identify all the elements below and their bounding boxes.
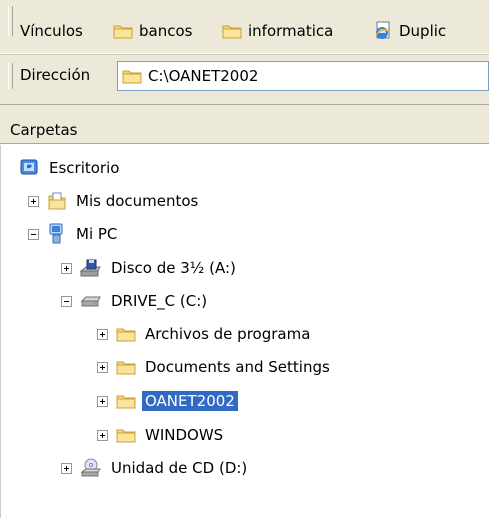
folder-tree: Escritorio Mis documentos Mi PC Disco de…	[0, 145, 489, 518]
address-value: C:\OANET2002	[148, 67, 259, 85]
link-bancos[interactable]: bancos	[113, 17, 192, 45]
tree-item-label: Disco de 3½ (A:)	[111, 259, 236, 277]
tree-item-escritorio[interactable]: Escritorio	[20, 154, 122, 182]
expand-plus-icon[interactable]	[97, 361, 108, 373]
tree-item-documents-and-settings[interactable]: Documents and Settings	[97, 353, 333, 381]
link-duplic[interactable]: Duplic	[373, 17, 446, 45]
folder-icon	[113, 25, 133, 39]
folder-icon	[116, 361, 136, 375]
ie-page-icon	[375, 21, 390, 39]
tree-item-mis-documentos[interactable]: Mis documentos	[28, 187, 201, 215]
folder-icon	[116, 395, 136, 409]
tree-item-label: Unidad de CD (D:)	[111, 459, 248, 477]
tree-item-archivos-de-programa[interactable]: Archivos de programa	[97, 320, 313, 348]
tree-item-drive-c[interactable]: DRIVE_C (C:)	[61, 287, 210, 315]
folder-icon	[122, 70, 142, 84]
toolbar-grip[interactable]	[8, 63, 13, 89]
toolbar-separator	[0, 97, 489, 104]
hard-drive-icon	[80, 296, 101, 307]
address-label: Dirección	[20, 66, 91, 84]
cd-drive-icon	[80, 458, 101, 477]
link-label: bancos	[139, 22, 193, 40]
collapse-minus-icon[interactable]	[28, 228, 39, 240]
expand-plus-icon[interactable]	[97, 429, 108, 441]
tree-item-label: Mis documentos	[76, 192, 199, 210]
tree-item-label: Mi PC	[76, 225, 118, 243]
folder-icon	[222, 25, 242, 39]
tree-item-label: DRIVE_C (C:)	[111, 292, 208, 310]
link-label: informatica	[248, 22, 334, 40]
my-computer-icon	[49, 223, 63, 244]
tree-item-label: OANET2002	[142, 391, 238, 411]
tree-item-disco-3-5[interactable]: Disco de 3½ (A:)	[61, 254, 239, 282]
links-label: Vínculos	[20, 22, 83, 40]
tree-item-label: WINDOWS	[145, 426, 224, 444]
tree-item-windows[interactable]: WINDOWS	[97, 421, 226, 449]
tree-item-mi-pc[interactable]: Mi PC	[28, 220, 120, 248]
expand-plus-icon[interactable]	[61, 462, 72, 474]
expand-plus-icon[interactable]	[61, 262, 72, 274]
my-documents-icon	[48, 192, 66, 210]
tree-item-label: Escritorio	[49, 159, 120, 177]
folders-pane-header: Carpetas	[0, 104, 489, 144]
folder-icon	[116, 328, 136, 342]
tree-item-label: Archivos de programa	[145, 325, 311, 343]
desktop-icon	[20, 159, 38, 175]
floppy-drive-icon	[80, 259, 101, 277]
expand-plus-icon[interactable]	[97, 328, 108, 340]
tree-item-label: Documents and Settings	[145, 358, 330, 376]
expand-plus-icon[interactable]	[97, 395, 108, 407]
tree-item-oanet2002[interactable]: OANET2002	[97, 387, 238, 415]
link-informatica[interactable]: informatica	[222, 17, 333, 45]
link-label: Duplic	[399, 22, 447, 40]
folders-pane-title: Carpetas	[10, 121, 78, 139]
expand-plus-icon[interactable]	[28, 195, 39, 207]
toolbar-grip[interactable]	[8, 6, 13, 36]
tree-item-unidad-de-cd[interactable]: Unidad de CD (D:)	[61, 454, 250, 482]
address-field[interactable]: C:\OANET2002	[117, 61, 489, 91]
collapse-minus-icon[interactable]	[61, 295, 72, 307]
folder-icon	[116, 429, 136, 443]
